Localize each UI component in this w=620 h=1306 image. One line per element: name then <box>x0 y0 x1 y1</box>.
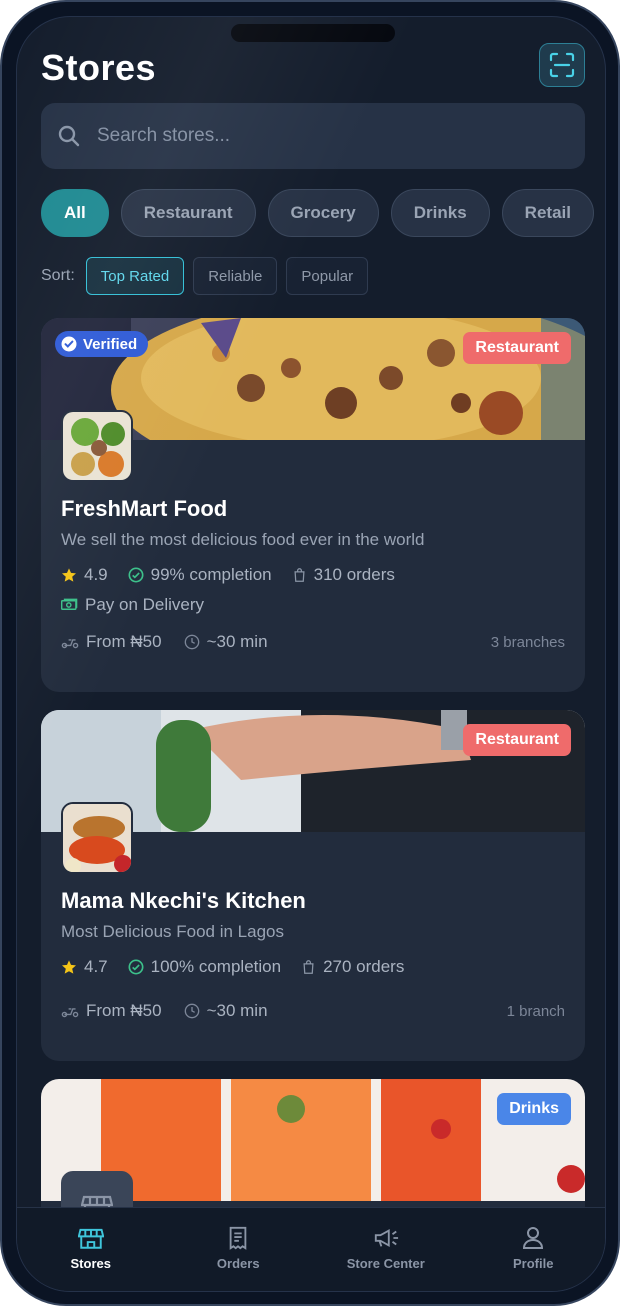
tab-label: Orders <box>216 1256 260 1271</box>
tab-profile[interactable]: Profile <box>460 1208 606 1291</box>
cash-icon <box>61 598 78 610</box>
category-filter: All Restaurant Grocery Drinks Retail <box>41 189 594 237</box>
scan-icon <box>549 52 575 78</box>
rating: 4.7 <box>61 957 108 977</box>
category-chip-all[interactable]: All <box>41 189 109 237</box>
tab-stores[interactable]: Stores <box>17 1208 165 1291</box>
store-description: We sell the most delicious food ever in … <box>61 530 425 549</box>
scan-qr-button[interactable] <box>539 43 585 87</box>
delivery-fee: From ₦50 <box>61 632 162 652</box>
category-badge: Restaurant <box>463 724 571 756</box>
store-logo <box>61 802 133 874</box>
receipt-icon <box>229 1226 247 1250</box>
delivery-info: From ₦50 ~30 min <box>61 1001 268 1021</box>
store-logo <box>61 410 133 482</box>
completion-rate: 100% completion <box>128 957 281 977</box>
orders-value: 270 orders <box>323 957 405 976</box>
page-title: Stores <box>41 47 157 88</box>
check-circle-icon <box>128 959 144 975</box>
delivery-time: ~30 min <box>184 1001 268 1021</box>
rating-value: 4.7 <box>84 957 108 976</box>
check-circle-icon <box>128 567 144 583</box>
user-icon <box>523 1227 544 1249</box>
clock-icon <box>184 1003 199 1019</box>
delivery-fee: From ₦50 <box>61 1001 162 1021</box>
category-chip-retail[interactable]: Retail <box>501 189 594 237</box>
scooter-icon <box>61 639 79 649</box>
tab-label: Profile <box>513 1256 554 1271</box>
verified-badge: Verified <box>55 331 149 357</box>
clock-icon <box>184 634 199 650</box>
camera-notch <box>231 24 395 42</box>
app-screen: Stores Search stores... All Restaurant G… <box>16 16 606 1292</box>
bag-icon <box>294 568 305 582</box>
phone-frame: Stores Search stores... All Restaurant G… <box>0 0 620 1306</box>
star-icon <box>62 568 76 582</box>
search-bar[interactable]: Search stores... <box>41 103 585 169</box>
payment-label: Pay on Delivery <box>85 595 205 614</box>
category-chip-grocery[interactable]: Grocery <box>267 189 379 237</box>
star-icon <box>62 960 76 974</box>
storefront-icon <box>77 1228 104 1249</box>
verified-label: Verified <box>83 335 138 353</box>
bottom-tab-bar: Stores Orders Store Center Profile <box>17 1207 606 1291</box>
payment-method: Pay on Delivery <box>61 595 204 615</box>
order-count: 310 orders <box>292 565 395 585</box>
branch-count: 3 branches <box>490 634 565 651</box>
rating: 4.9 <box>61 565 108 585</box>
category-badge: Drinks <box>497 1093 571 1125</box>
tab-orders[interactable]: Orders <box>165 1208 313 1291</box>
delivery-fee-value: From ₦50 <box>86 632 162 651</box>
orders-value: 310 orders <box>313 565 395 584</box>
scooter-icon <box>61 1008 79 1018</box>
bag-icon <box>303 960 314 974</box>
tab-store-center[interactable]: Store Center <box>312 1208 460 1291</box>
category-badge: Restaurant <box>463 332 571 364</box>
delivery-time-value: ~30 min <box>206 1001 268 1020</box>
delivery-time-value: ~30 min <box>206 632 268 651</box>
sort-option-reliable[interactable]: Reliable <box>193 257 278 295</box>
rating-value: 4.9 <box>84 565 108 584</box>
sort-option-popular[interactable]: Popular <box>286 257 369 295</box>
order-count: 270 orders <box>301 957 404 977</box>
delivery-fee-value: From ₦50 <box>86 1001 162 1020</box>
sort-option-top-rated[interactable]: Top Rated <box>85 257 185 295</box>
megaphone-icon <box>374 1228 398 1248</box>
sort-label: Sort: <box>41 267 75 284</box>
store-stats: 4.9 99% completion 310 orders <box>61 565 395 585</box>
delivery-time: ~30 min <box>184 632 268 652</box>
store-name: FreshMart Food <box>61 496 228 521</box>
completion-value: 99% completion <box>150 565 272 584</box>
completion-value: 100% completion <box>150 957 282 976</box>
tab-label: Stores <box>70 1256 111 1271</box>
store-stats: 4.7 100% completion 270 orders <box>61 957 404 977</box>
tab-label: Store Center <box>346 1256 425 1271</box>
category-chip-restaurant[interactable]: Restaurant <box>120 189 256 237</box>
store-name: Mama Nkechi's Kitchen <box>61 888 306 913</box>
branch-count: 1 branch <box>506 1003 565 1020</box>
store-card[interactable]: Restaurant Mama Nkechi's Kitchen Most De… <box>41 710 585 1061</box>
search-icon <box>58 125 80 147</box>
category-chip-drinks[interactable]: Drinks <box>390 189 490 237</box>
verified-check-icon <box>61 336 77 352</box>
store-card[interactable]: Verified Restaurant FreshMart Food We se… <box>41 318 585 692</box>
search-input[interactable]: Search stores... <box>97 125 230 147</box>
store-description: Most Delicious Food in Lagos <box>61 922 285 941</box>
delivery-info: From ₦50 ~30 min <box>61 632 268 652</box>
completion-rate: 99% completion <box>128 565 272 585</box>
sort-row: Sort: Top Rated Reliable Popular <box>41 257 369 295</box>
